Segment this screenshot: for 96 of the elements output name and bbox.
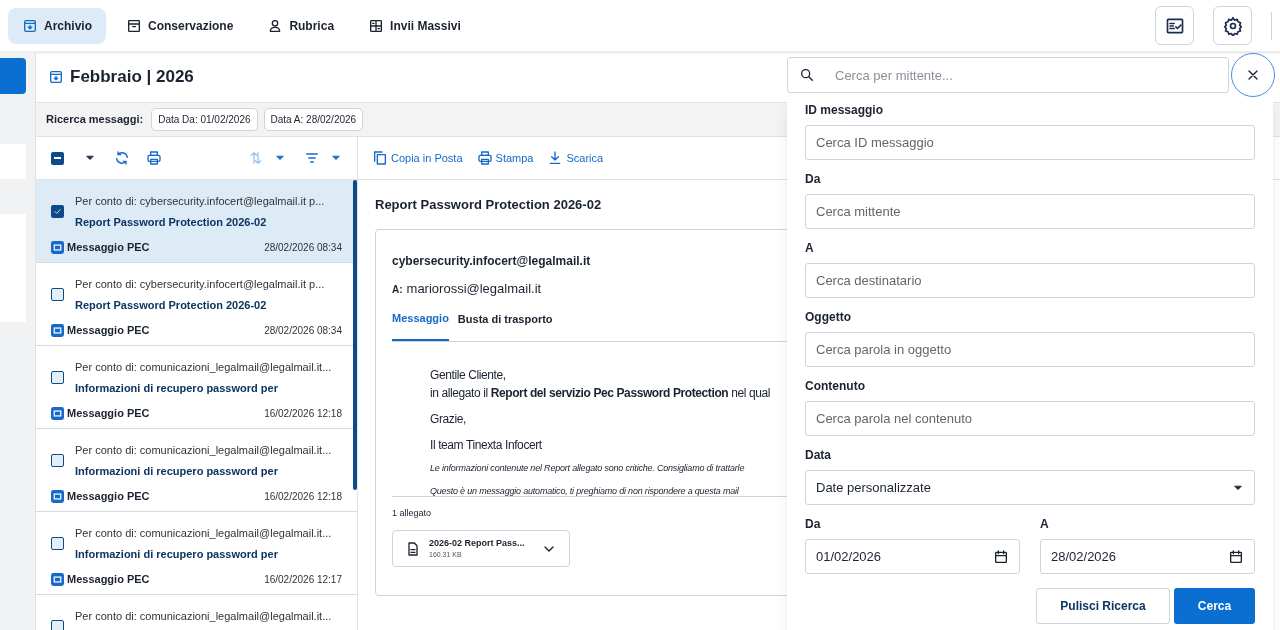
- message-text: Il team Tinexta Infocert: [430, 436, 542, 454]
- clear-button[interactable]: Pulisci Ricerca: [1036, 588, 1170, 624]
- message-type: Messaggio PEC: [67, 406, 150, 421]
- nav-tab[interactable]: Archivio: [8, 7, 106, 44]
- message-subject: Report Password Protection 2026-02: [74, 297, 268, 313]
- input-field[interactable]: Cerca ID messaggio: [805, 125, 1255, 160]
- nav-tab[interactable]: Conservazione: [112, 7, 248, 44]
- message-date: 16/02/2026 12:18: [264, 489, 342, 504]
- message-date: 16/02/2026 12:17: [264, 572, 342, 587]
- filter-icon: [304, 150, 320, 166]
- envelope-icon: [51, 572, 64, 586]
- message-subject: Report Password Protection 2026-02: [74, 214, 268, 230]
- field-label: Da: [805, 516, 822, 533]
- message-sender: Per conto di: comunicazioni_legalmail@legalmail.it...: [74, 360, 333, 375]
- input-field[interactable]: Cerca parola in oggetto: [805, 332, 1255, 367]
- grid-icon: [368, 17, 385, 34]
- row-checkbox[interactable]: [51, 288, 64, 301]
- field-label: ID messaggio: [805, 102, 885, 119]
- filter-chip[interactable]: Data Da: 01/02/2026: [151, 108, 258, 131]
- recipient-label: A:: [392, 282, 403, 297]
- row-checkbox[interactable]: [51, 620, 64, 630]
- row-checkbox[interactable]: [51, 454, 64, 467]
- row-checkbox[interactable]: [51, 371, 64, 384]
- nav-tab[interactable]: Invii Massivi: [354, 7, 475, 44]
- action-button[interactable]: Scarica: [547, 149, 604, 167]
- row-checkbox[interactable]: [51, 205, 64, 218]
- sort-icon: [248, 150, 264, 166]
- message-type: Messaggio PEC: [67, 240, 150, 255]
- field-label: Data: [805, 447, 832, 464]
- message-sender: Per conto di: comunicazioni_legalmail@legalmail.it...: [74, 609, 333, 624]
- archive-icon: [126, 17, 142, 34]
- input-field[interactable]: Cerca mittente: [805, 194, 1255, 229]
- close-button[interactable]: [1231, 53, 1275, 97]
- attachment-count: 1 allegato: [392, 506, 433, 520]
- row-checkbox[interactable]: [51, 537, 64, 550]
- recipient-address: mariorossi@legalmail.it: [406, 279, 542, 298]
- sender-address: cybersecurity.infocert@legalmail.it: [392, 252, 592, 270]
- calendar-icon: [1228, 548, 1244, 565]
- message-sender: Per conto di: cybersecurity.infocert@legalmail.it p...: [74, 194, 326, 209]
- message-note: Le informazioni contenute nel Report allegato sono critiche. Consigliamo di trattarle: [430, 461, 745, 475]
- envelope-icon: [51, 323, 64, 337]
- document-icon: [405, 540, 421, 557]
- calendar-icon: [993, 548, 1009, 565]
- envelope-icon: [51, 406, 64, 420]
- message-note: Questo è un messaggio automatico, ti preghiamo di non rispondere a questa mail: [430, 485, 739, 498]
- action-button[interactable]: Stampa: [476, 149, 534, 167]
- search-icon: [799, 67, 815, 83]
- action-button[interactable]: Copia in Posta: [372, 149, 463, 167]
- filter-chip[interactable]: Data A: 28/02/2026: [263, 108, 364, 131]
- settings-icon: [1222, 15, 1243, 36]
- archive-icon: [48, 69, 64, 85]
- date-field[interactable]: 28/02/2026: [1040, 539, 1255, 574]
- search-field[interactable]: Cerca per mittente...: [787, 57, 1229, 93]
- message-text: Grazie,: [430, 410, 466, 428]
- message-date: 28/02/2026 08:34: [264, 240, 342, 255]
- message-text: in allegato il Report del servizio Pec Password Protection nel qual: [430, 384, 771, 402]
- message-title: Report Password Protection 2026-02: [375, 196, 602, 214]
- message-tab[interactable]: Busta di trasporto: [457, 310, 553, 341]
- refresh-icon: [114, 150, 130, 166]
- field-label: Contenuto: [805, 378, 866, 395]
- message-type: Messaggio PEC: [67, 489, 150, 504]
- message-tab[interactable]: Messaggio: [392, 310, 449, 341]
- envelope-icon: [51, 489, 64, 503]
- message-type: Messaggio PEC: [67, 323, 150, 338]
- message-subject: Informazioni di recupero password per: [74, 380, 279, 396]
- field-label: Oggetto: [805, 309, 852, 326]
- nav-tab[interactable]: Rubrica: [253, 7, 349, 44]
- search-button[interactable]: Cerca: [1174, 588, 1255, 624]
- message-subject: Informazioni di recupero password per: [74, 463, 279, 479]
- input-field[interactable]: Cerca parola nel contenuto: [805, 401, 1255, 436]
- date-field[interactable]: 01/02/2026: [805, 539, 1020, 574]
- select-all-checkbox[interactable]: [51, 151, 64, 165]
- settings-button[interactable]: [1213, 6, 1252, 45]
- attachment-name: 2026-02 Report Pass...: [429, 536, 525, 550]
- message-date: 16/02/2026 12:18: [264, 406, 342, 421]
- checklist-button[interactable]: [1155, 6, 1194, 45]
- envelope-icon: [51, 240, 64, 254]
- message-sender: Per conto di: comunicazioni_legalmail@legalmail.it...: [74, 526, 333, 541]
- input-field[interactable]: Cerca destinatario: [805, 263, 1255, 298]
- print-icon: [146, 150, 162, 166]
- print-icon: [476, 150, 493, 166]
- date-select[interactable]: Date personalizzate: [805, 470, 1255, 505]
- archive-icon: [22, 17, 38, 34]
- message-date: 28/02/2026 08:34: [264, 323, 342, 338]
- message-text: Gentile Cliente,: [430, 366, 506, 384]
- filter-label: Ricerca messaggi:: [46, 112, 144, 128]
- field-label: A: [805, 240, 815, 257]
- message-sender: Per conto di: comunicazioni_legalmail@legalmail.it...: [74, 443, 333, 458]
- copy-icon: [372, 150, 388, 166]
- message-sender: Per conto di: cybersecurity.infocert@legalmail.it p...: [74, 277, 326, 292]
- message-subject: Informazioni di recupero password per: [74, 546, 279, 562]
- field-label: Da: [805, 171, 822, 188]
- check-icon: [53, 207, 62, 216]
- message-type: Messaggio PEC: [67, 572, 150, 587]
- field-label: A: [1040, 516, 1050, 533]
- page-title: Febbraio | 2026: [70, 66, 194, 89]
